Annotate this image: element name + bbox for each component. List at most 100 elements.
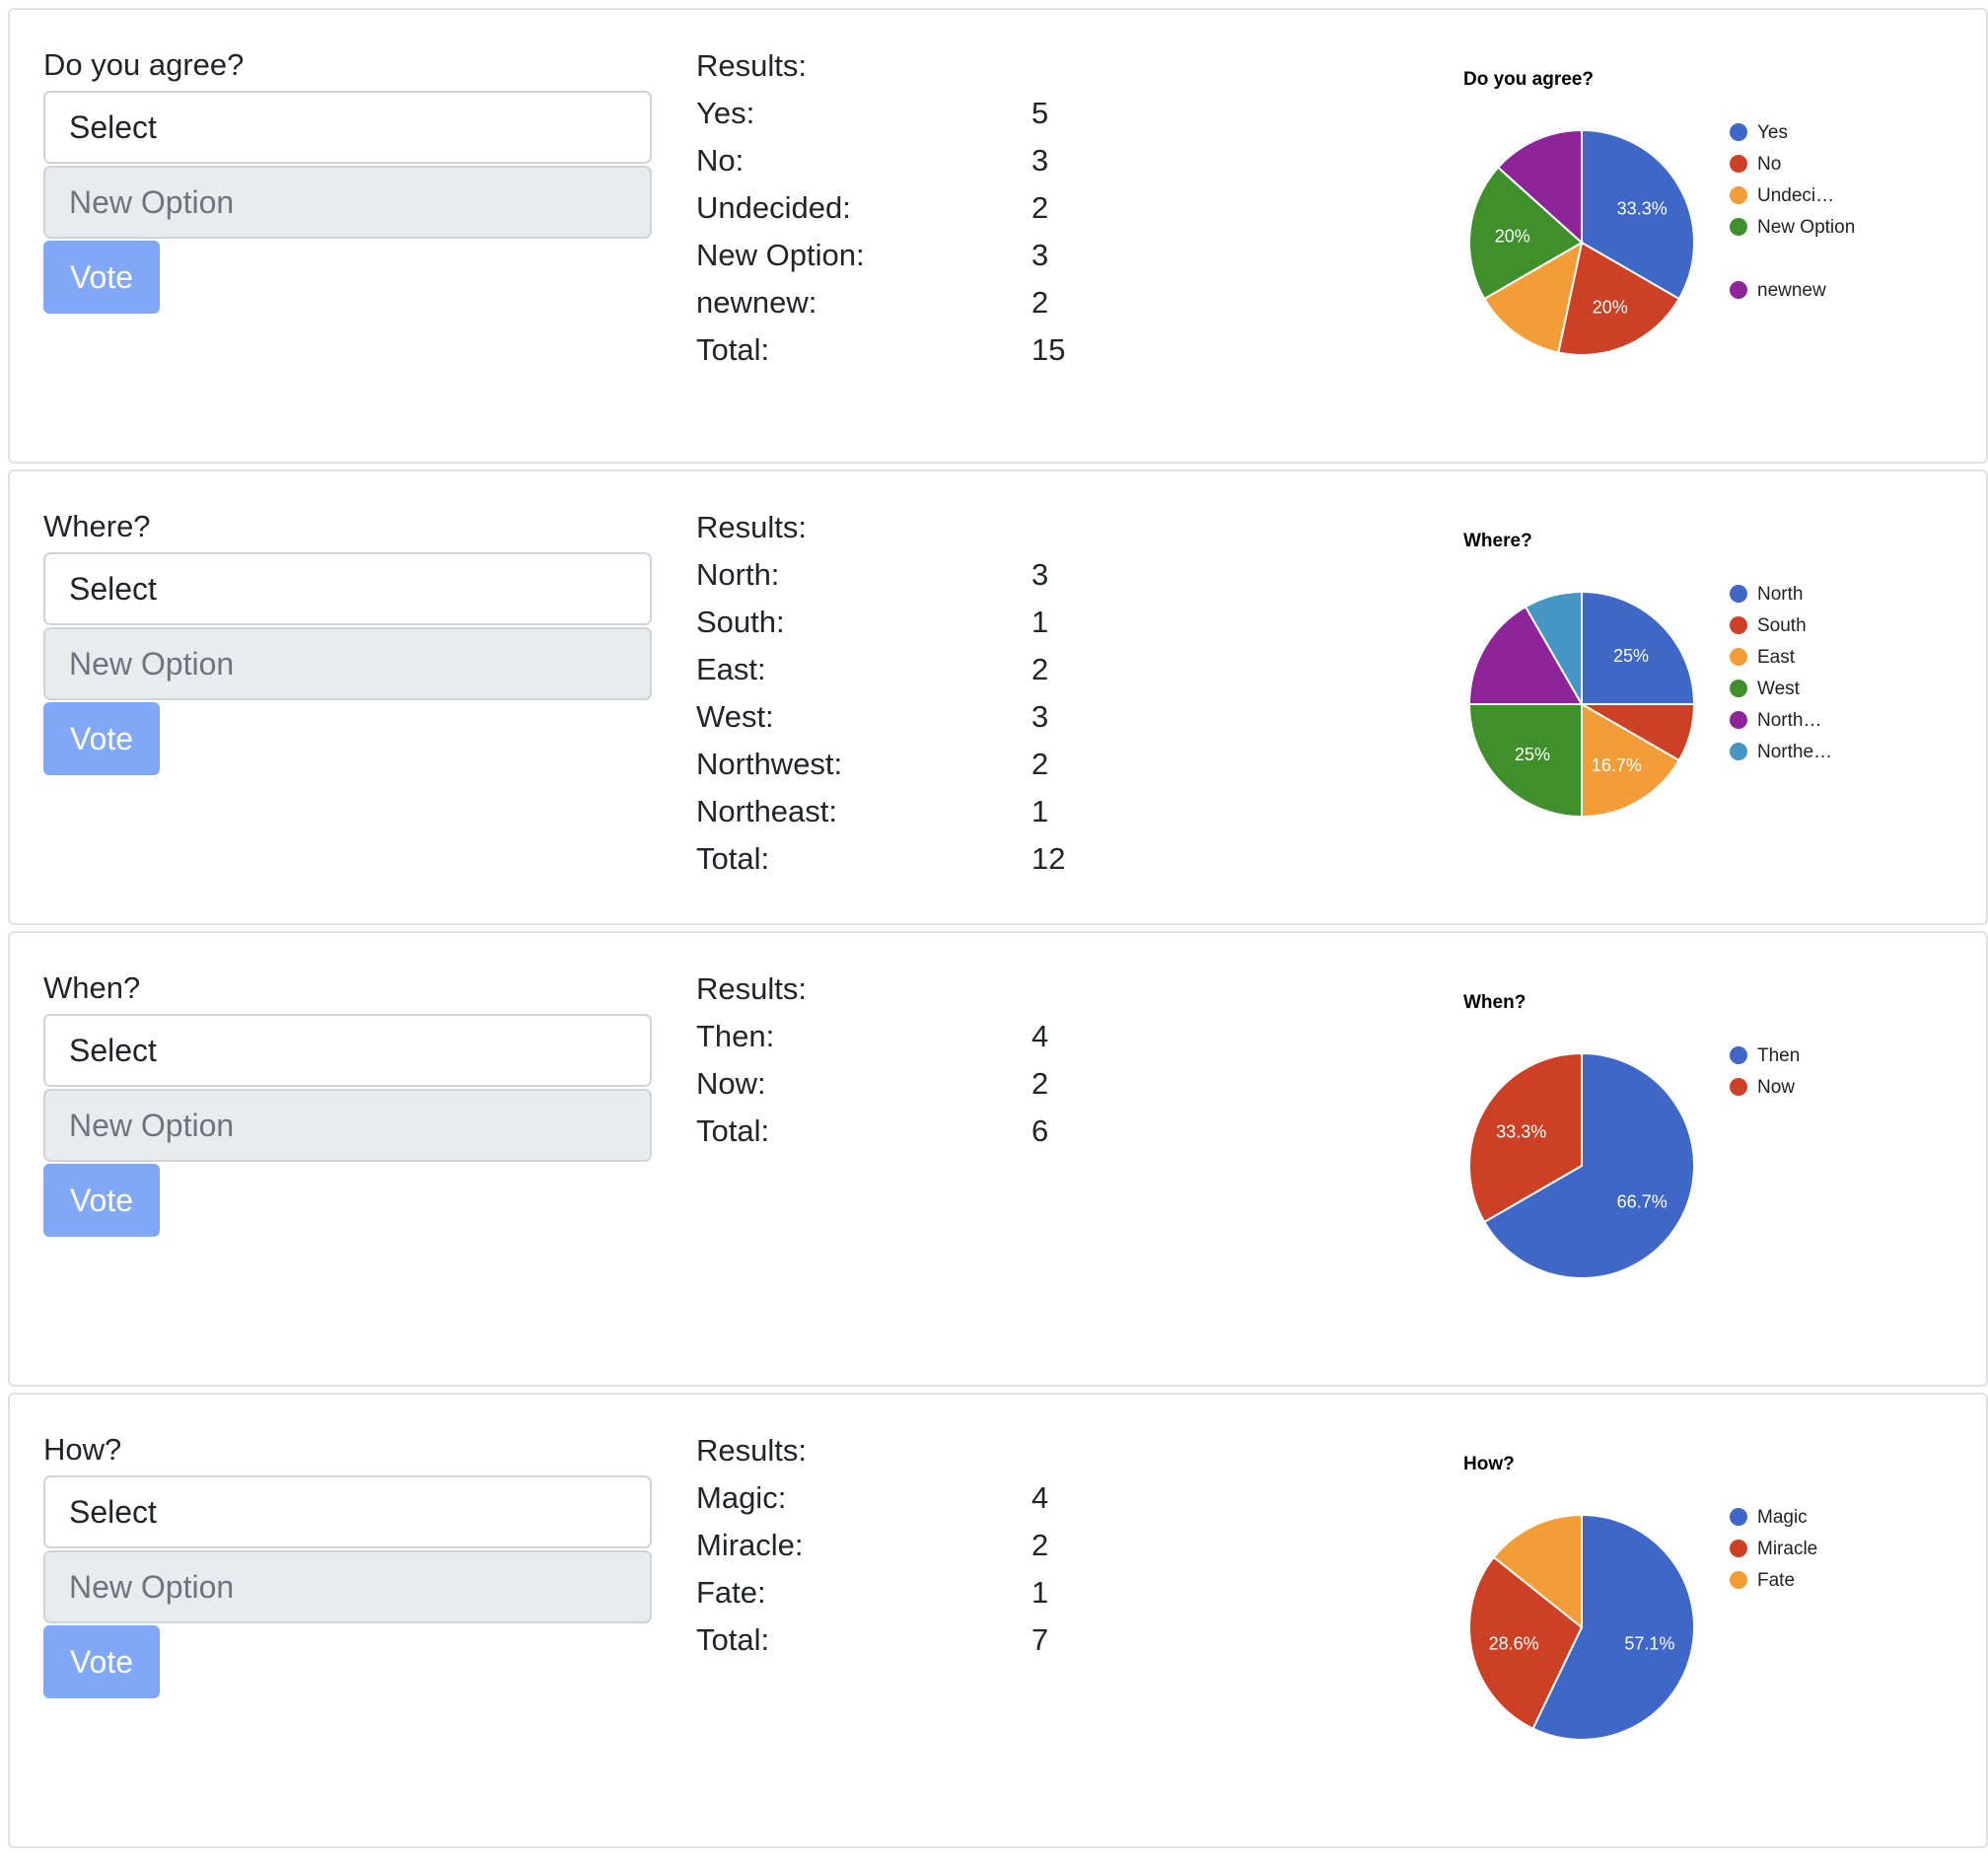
legend-item: Now: [1722, 1071, 1860, 1103]
chart-title: Where?: [1463, 531, 1532, 551]
legend-label: South: [1757, 615, 1807, 636]
result-label: Yes:: [696, 96, 755, 130]
slice-label: 33.3%: [1617, 199, 1668, 219]
slice-label: 57.1%: [1624, 1634, 1674, 1654]
new-option-input[interactable]: New Option: [43, 627, 652, 700]
result-value: 4: [1031, 1019, 1049, 1053]
legend-swatch: [1730, 711, 1747, 729]
legend-label: newnew: [1757, 280, 1826, 301]
legend-swatch: [1730, 281, 1747, 299]
legend-item: No: [1722, 148, 1860, 179]
option-select[interactable]: Select: [43, 1475, 652, 1548]
legend-item: East: [1722, 641, 1860, 673]
result-row: New Option: 3: [696, 239, 1048, 286]
result-label: Magic:: [696, 1480, 787, 1515]
results-panel: Results: Yes: 5 No: 3 Undecided: 2 New Option: 3…: [696, 49, 1065, 381]
result-label: New Option:: [696, 238, 865, 272]
legend-swatch: [1730, 155, 1747, 173]
legend-swatch: [1730, 123, 1747, 141]
vote-button[interactable]: Vote: [43, 702, 160, 775]
result-label: Miracle:: [696, 1528, 804, 1562]
legend-label: East: [1757, 647, 1796, 668]
legend-label: Northe…: [1757, 742, 1833, 762]
pie-chart: 25% 16.7% 25%: [1467, 590, 1696, 819]
vote-button[interactable]: Vote: [43, 241, 160, 314]
result-label: Total:: [696, 332, 770, 367]
result-value: 15: [1031, 332, 1066, 367]
legend-item: Yes: [1722, 116, 1860, 148]
legend-swatch: [1730, 1078, 1747, 1096]
result-value: 3: [1031, 557, 1049, 592]
legend-item: West: [1722, 673, 1860, 704]
poll-card: How? Select New Option Vote Results: Magic: 4 M…: [8, 1393, 1988, 1848]
result-value: 1: [1031, 605, 1049, 639]
new-option-input[interactable]: New Option: [43, 166, 652, 239]
legend-swatch: [1730, 1571, 1747, 1589]
result-value: 3: [1031, 699, 1049, 734]
legend-item: newnew: [1722, 274, 1860, 306]
result-row: Miracle: 2: [696, 1528, 1048, 1576]
legend-label: Miracle: [1757, 1539, 1818, 1559]
chart-legend: Then Now: [1722, 1040, 1860, 1103]
result-row: No: 3: [696, 144, 1048, 191]
option-select[interactable]: Select: [43, 91, 652, 164]
result-value: 6: [1031, 1113, 1049, 1148]
legend-item: South: [1722, 610, 1860, 641]
result-label: newnew:: [696, 285, 817, 320]
chart-legend: Yes No Undeci… New Option newnew: [1722, 116, 1860, 306]
legend-item: Northe…: [1722, 736, 1860, 767]
chart-legend: North South East West North… Northe…: [1722, 578, 1860, 767]
result-label: East:: [696, 652, 766, 686]
result-label: Fate:: [696, 1575, 766, 1610]
legend-swatch: [1730, 743, 1747, 760]
legend-item: Then: [1722, 1040, 1860, 1071]
result-row: West: 3: [696, 700, 1048, 748]
poll-list: Do you agree? Select New Option Vote Results…: [0, 0, 1988, 1866]
result-label: Then:: [696, 1019, 775, 1053]
vote-button[interactable]: Vote: [43, 1625, 160, 1698]
legend-label: Yes: [1757, 122, 1788, 143]
option-select[interactable]: Select: [43, 552, 652, 625]
slice-label: 16.7%: [1592, 755, 1642, 775]
result-label: Now:: [696, 1066, 766, 1101]
results-heading: Results:: [696, 971, 807, 1006]
legend-item: Undeci…: [1722, 179, 1860, 211]
result-value: 3: [1031, 238, 1049, 272]
poll-question: Do you agree?: [43, 47, 245, 82]
result-label: North:: [696, 557, 780, 592]
result-row: Fate: 1: [696, 1575, 1048, 1623]
pie-chart: 57.1% 28.6%: [1468, 1513, 1695, 1741]
result-row: Then: 4: [696, 1019, 1048, 1067]
result-value: 2: [1031, 1066, 1049, 1101]
result-row: Total: 15: [696, 332, 1065, 381]
result-row: Undecided: 2: [696, 191, 1048, 239]
legend-swatch: [1730, 1508, 1747, 1526]
vote-button[interactable]: Vote: [43, 1164, 160, 1237]
new-option-input[interactable]: New Option: [43, 1089, 652, 1162]
legend-label: Magic: [1757, 1507, 1808, 1528]
legend-item: New Option: [1722, 211, 1860, 274]
result-row: Magic: 4: [696, 1480, 1048, 1529]
results-heading: Results:: [696, 510, 807, 544]
result-row: Northeast: 1: [696, 795, 1048, 842]
poll-card: Do you agree? Select New Option Vote Results…: [8, 8, 1988, 464]
legend-label: Fate: [1757, 1570, 1796, 1591]
option-select[interactable]: Select: [43, 1014, 652, 1087]
result-value: 12: [1031, 841, 1066, 876]
result-value: 7: [1031, 1622, 1049, 1657]
result-label: Northeast:: [696, 794, 838, 828]
new-option-input[interactable]: New Option: [43, 1550, 652, 1623]
slice-label: 33.3%: [1496, 1122, 1546, 1142]
slice-label: 20%: [1495, 227, 1530, 247]
legend-swatch: [1730, 585, 1747, 603]
chart-title: When?: [1463, 992, 1526, 1013]
result-value: 2: [1031, 1528, 1049, 1562]
result-value: 1: [1031, 794, 1049, 828]
poll-card: When? Select New Option Vote Results: Then: 4 N…: [8, 931, 1988, 1387]
result-label: Undecided:: [696, 190, 851, 225]
result-row: South: 1: [696, 606, 1048, 653]
legend-label: Then: [1757, 1045, 1801, 1066]
result-row: Total: 6: [696, 1114, 1048, 1162]
slice-label: 20%: [1593, 298, 1628, 318]
legend-swatch: [1730, 1540, 1747, 1557]
